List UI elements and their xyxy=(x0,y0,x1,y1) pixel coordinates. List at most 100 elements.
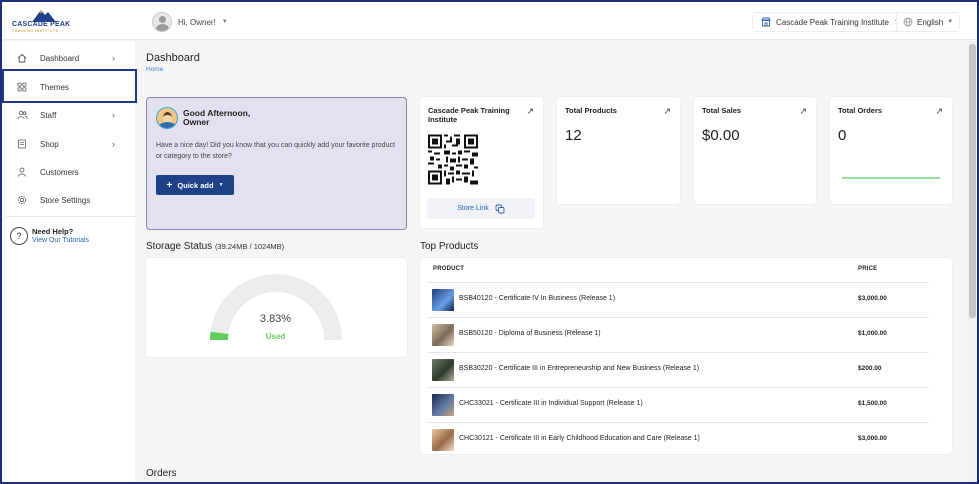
top-bar: CASCADE PEAK TRAINING INSTITUTE Hi, Owne… xyxy=(2,2,977,40)
sidebar-item-label: Store Settings xyxy=(40,195,91,205)
scrollbar-thumb[interactable] xyxy=(969,44,976,318)
caret-down-icon: ▼ xyxy=(218,182,224,188)
stat-title: Total Sales xyxy=(702,106,742,115)
shop-icon xyxy=(16,138,28,150)
product-thumbnail xyxy=(432,324,454,346)
product-thumbnail xyxy=(432,289,454,311)
globe-icon xyxy=(903,17,913,27)
owner-avatar-icon xyxy=(156,107,178,129)
orders-sparkline xyxy=(842,177,940,179)
store-link-label: Store Link xyxy=(457,205,489,212)
table-row[interactable]: BSB30220 - Certificate III in Entreprene… xyxy=(428,352,929,387)
orders-title: Orders xyxy=(146,468,177,479)
storage-title-text: Storage Status xyxy=(146,241,213,252)
store-icon xyxy=(761,17,771,27)
product-price: $3,000.00 xyxy=(858,435,887,442)
product-price: $1,500.00 xyxy=(858,400,887,407)
home-icon xyxy=(16,52,28,64)
store-card: Cascade Peak Training Institute ↗ Store … xyxy=(420,97,543,228)
institute-selector[interactable]: Cascade Peak Training Institute ▼ xyxy=(752,12,909,32)
product-name: CHC33021 - Certificate III in Individual… xyxy=(459,400,643,407)
themes-icon xyxy=(16,81,28,93)
sidebar-item-label: Dashboard xyxy=(40,53,80,63)
product-name: BSB50120 - Diploma of Business (Release … xyxy=(459,330,601,337)
total-orders-card[interactable]: Total Orders ↗ 0 xyxy=(830,97,952,204)
quick-add-label: Quick add xyxy=(177,180,214,190)
mountain-logo-icon xyxy=(32,10,56,22)
storage-card: 3.83% Used xyxy=(146,258,407,357)
product-name: BSB40120 - Certificate IV In Business (R… xyxy=(459,295,616,302)
chevron-right-icon: › xyxy=(112,110,115,120)
language-selector[interactable]: English ▼ xyxy=(896,12,961,32)
institute-name: Cascade Peak Training Institute xyxy=(776,17,889,27)
sidebar: Dashboard › Themes Staff › Shop › Custom… xyxy=(2,41,135,482)
table-row[interactable]: BSB40120 - Certificate IV In Business (R… xyxy=(428,282,929,317)
product-price: $3,000.00 xyxy=(858,295,887,302)
table-row[interactable]: BSB50120 - Diploma of Business (Release … xyxy=(428,317,929,352)
stat-title: Total Products xyxy=(565,106,617,115)
chevron-right-icon: › xyxy=(112,139,115,149)
sidebar-item-customers[interactable]: Customers xyxy=(2,158,135,186)
store-card-title: Cascade Peak Training Institute xyxy=(428,106,510,124)
column-header-price: PRICE xyxy=(858,266,878,272)
language-label: English xyxy=(917,17,944,27)
page-title: Dashboard xyxy=(146,52,200,64)
copy-icon xyxy=(495,204,505,213)
store-link-button[interactable]: Store Link xyxy=(427,198,535,219)
chevron-down-icon: ▼ xyxy=(947,19,954,25)
brand-name: CASCADE PEAK xyxy=(12,21,71,28)
table-row[interactable]: CHC33021 - Certificate III in Individual… xyxy=(428,387,929,422)
product-thumbnail xyxy=(432,359,454,381)
user-avatar-icon xyxy=(152,12,172,32)
brand-tagline: TRAINING INSTITUTE xyxy=(12,29,59,33)
sidebar-item-staff[interactable]: Staff › xyxy=(2,101,135,129)
tutorials-link[interactable]: View Our Tutorials xyxy=(32,237,89,244)
stat-title: Total Orders xyxy=(838,106,883,115)
storage-percent: 3.83% xyxy=(259,313,292,325)
sidebar-item-shop[interactable]: Shop › xyxy=(2,130,135,158)
help-title: Need Help? xyxy=(32,227,74,236)
arrow-up-right-icon[interactable]: ↗ xyxy=(663,106,671,117)
qr-code-icon xyxy=(428,134,478,185)
arrow-up-right-icon[interactable]: ↗ xyxy=(799,106,807,117)
brand-logo[interactable]: CASCADE PEAK TRAINING INSTITUTE xyxy=(12,8,74,34)
table-row[interactable]: CHC30121 - Certificate III in Early Chil… xyxy=(428,422,929,457)
arrow-up-right-icon[interactable]: ↗ xyxy=(526,106,534,117)
product-name: CHC30121 - Certificate III in Early Chil… xyxy=(459,435,700,442)
customer-icon xyxy=(16,166,28,178)
storage-title: Storage Status (39.24MB / 1024MB) xyxy=(146,241,284,252)
arrow-up-right-icon[interactable]: ↗ xyxy=(935,106,943,117)
sidebar-item-store-settings[interactable]: Store Settings xyxy=(2,186,135,214)
sidebar-item-label: Staff xyxy=(40,110,57,120)
staff-icon xyxy=(16,109,28,121)
storage-used-label: Used xyxy=(265,332,286,341)
sidebar-item-label: Customers xyxy=(40,167,79,177)
welcome-name: Owner xyxy=(183,117,210,127)
user-menu[interactable]: Hi, Owner! ▼ xyxy=(152,11,228,33)
total-sales-card[interactable]: Total Sales ↗ $0.00 xyxy=(694,97,816,204)
top-products-title: Top Products xyxy=(420,241,479,252)
product-price: $200.00 xyxy=(858,365,882,372)
storage-detail: (39.24MB / 1024MB) xyxy=(214,242,285,251)
welcome-card: Good Afternoon, Owner Have a nice day! D… xyxy=(146,97,407,230)
breadcrumb[interactable]: Home xyxy=(146,66,163,73)
total-products-card[interactable]: Total Products ↗ 12 xyxy=(557,97,680,204)
product-name: BSB30220 - Certificate III in Entreprene… xyxy=(459,365,700,372)
chevron-right-icon: › xyxy=(112,53,115,63)
settings-icon xyxy=(16,194,28,206)
column-header-product: PRODUCT xyxy=(433,266,465,272)
plus-icon: + xyxy=(166,179,173,191)
quick-add-button[interactable]: + Quick add ▼ xyxy=(156,175,234,195)
product-thumbnail xyxy=(432,394,454,416)
product-thumbnail xyxy=(432,429,454,451)
sidebar-item-dashboard[interactable]: Dashboard › xyxy=(2,44,135,72)
stat-value: 0 xyxy=(838,127,847,144)
welcome-text: Have a nice day! Did you know that you c… xyxy=(156,142,395,160)
stat-value: $0.00 xyxy=(702,127,740,144)
sidebar-item-themes[interactable]: Themes xyxy=(2,73,135,101)
sidebar-divider xyxy=(6,216,135,217)
sidebar-item-label: Themes xyxy=(40,82,69,92)
help-icon: ? xyxy=(10,227,28,245)
chevron-down-icon: ▼ xyxy=(221,19,228,25)
product-price: $1,000.00 xyxy=(858,330,887,337)
